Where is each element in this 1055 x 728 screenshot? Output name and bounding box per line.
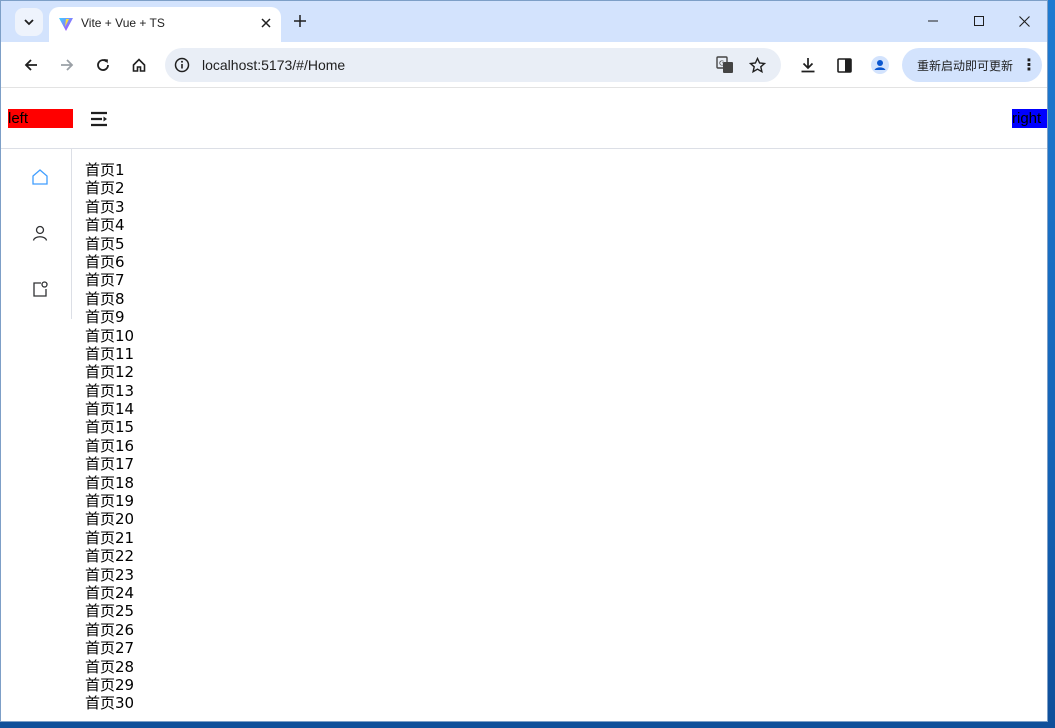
- new-tab-button[interactable]: [289, 11, 311, 33]
- chevron-down-icon: [24, 19, 34, 26]
- list-item: 首页11: [85, 344, 135, 363]
- close-icon: [261, 18, 271, 28]
- bookmark-button[interactable]: [748, 56, 766, 74]
- menu-fold-button[interactable]: [89, 110, 109, 128]
- browser-toolbar: localhost:5173/#/Home G 重新启动即可更新 ⋮: [1, 42, 1047, 88]
- list-item: 首页8: [85, 289, 125, 308]
- header-left: left: [8, 109, 73, 128]
- tab-title: Vite + Vue + TS: [81, 16, 165, 30]
- profile-card-icon: [33, 281, 48, 297]
- side-panel-button[interactable]: [830, 51, 858, 79]
- list-item: 首页21: [85, 528, 135, 547]
- list-item: 首页25: [85, 602, 135, 621]
- address-bar[interactable]: localhost:5173/#/Home G: [165, 48, 781, 82]
- list-item: 首页9: [85, 308, 125, 327]
- reload-icon: [97, 59, 109, 71]
- side-menu: [8, 149, 72, 319]
- list-item: 首页12: [85, 363, 135, 382]
- update-label: 重新启动即可更新: [917, 59, 1014, 73]
- list-item: 首页3: [85, 197, 125, 216]
- list-item: 首页1: [85, 161, 125, 179]
- back-button[interactable]: [17, 51, 45, 79]
- update-button[interactable]: 重新启动即可更新 ⋮: [902, 48, 1042, 82]
- list-item: 首页23: [85, 565, 135, 584]
- arrow-right-icon: [61, 59, 74, 71]
- minimize-icon: [928, 20, 938, 22]
- avatar-icon: [871, 56, 889, 74]
- list-item: 首页15: [85, 418, 135, 437]
- downloads-button[interactable]: [794, 51, 822, 79]
- forward-button[interactable]: [53, 51, 81, 79]
- list-item: 首页29: [85, 675, 135, 694]
- list-item: 首页2: [85, 179, 125, 198]
- user-icon: [32, 225, 48, 241]
- list-item: 首页24: [85, 583, 135, 602]
- arrow-left-icon: [24, 59, 37, 71]
- content-list: 首页1 首页2 首页3 首页4 首页5 首页6 首页7 首页8 首页9 首页10…: [85, 161, 485, 713]
- list-item: 首页13: [85, 381, 135, 400]
- list-item: 首页10: [85, 326, 135, 345]
- more-vertical-icon[interactable]: ⋮: [1021, 55, 1037, 74]
- list-item: 首页26: [85, 620, 135, 639]
- menu-item-profile[interactable]: [8, 261, 72, 317]
- app-header: left right: [1, 89, 1047, 149]
- list-item: 首页6: [85, 252, 125, 271]
- side-panel-icon: [836, 57, 852, 73]
- home-button[interactable]: [125, 51, 153, 79]
- profile-button[interactable]: [866, 51, 894, 79]
- home-icon: [132, 58, 146, 72]
- header-right: right: [1012, 109, 1047, 128]
- vite-logo-icon: [59, 18, 73, 31]
- star-icon: [748, 56, 766, 73]
- list-item: 首页7: [85, 271, 125, 290]
- tab-search-button[interactable]: [15, 8, 43, 36]
- browser-window: Vite + Vue + TS localhost:5173/#/Home G …: [0, 0, 1048, 722]
- tab-close-button[interactable]: [257, 15, 275, 33]
- list-item: 首页28: [85, 657, 135, 676]
- list-item: 首页20: [85, 510, 135, 529]
- close-window-button[interactable]: [1001, 7, 1047, 35]
- tab-active[interactable]: Vite + Vue + TS: [49, 7, 281, 42]
- list-item: 首页4: [85, 216, 125, 235]
- minimize-button[interactable]: [910, 7, 956, 35]
- list-item: 首页5: [85, 234, 125, 253]
- translate-icon: G: [716, 56, 733, 73]
- menu-item-home[interactable]: [8, 149, 72, 205]
- plus-icon: [294, 15, 306, 27]
- site-info-icon[interactable]: [174, 57, 190, 73]
- svg-text:G: G: [719, 60, 724, 68]
- home-icon: [32, 169, 48, 185]
- list-item: 首页19: [85, 492, 135, 511]
- reload-button[interactable]: [89, 51, 117, 79]
- download-icon: [801, 58, 815, 73]
- list-item: 首页30: [85, 694, 135, 713]
- list-item: 首页27: [85, 639, 135, 658]
- list-item: 首页17: [85, 455, 135, 474]
- maximize-icon: [974, 16, 984, 26]
- menu-item-user[interactable]: [8, 205, 72, 261]
- list-item: 首页14: [85, 400, 135, 419]
- tab-strip: Vite + Vue + TS: [1, 1, 1047, 42]
- list-item: 首页22: [85, 547, 135, 566]
- maximize-button[interactable]: [956, 7, 1002, 35]
- url-text: localhost:5173/#/Home: [202, 57, 346, 73]
- translate-button[interactable]: G: [716, 56, 734, 74]
- menu-fold-icon: [91, 111, 107, 127]
- list-item: 首页18: [85, 473, 135, 492]
- web-page: left right 首页1 首页2 首页3 首页4 首页5 首页6 首页7 首…: [1, 89, 1047, 721]
- close-icon: [1018, 15, 1030, 27]
- list-item: 首页16: [85, 436, 135, 455]
